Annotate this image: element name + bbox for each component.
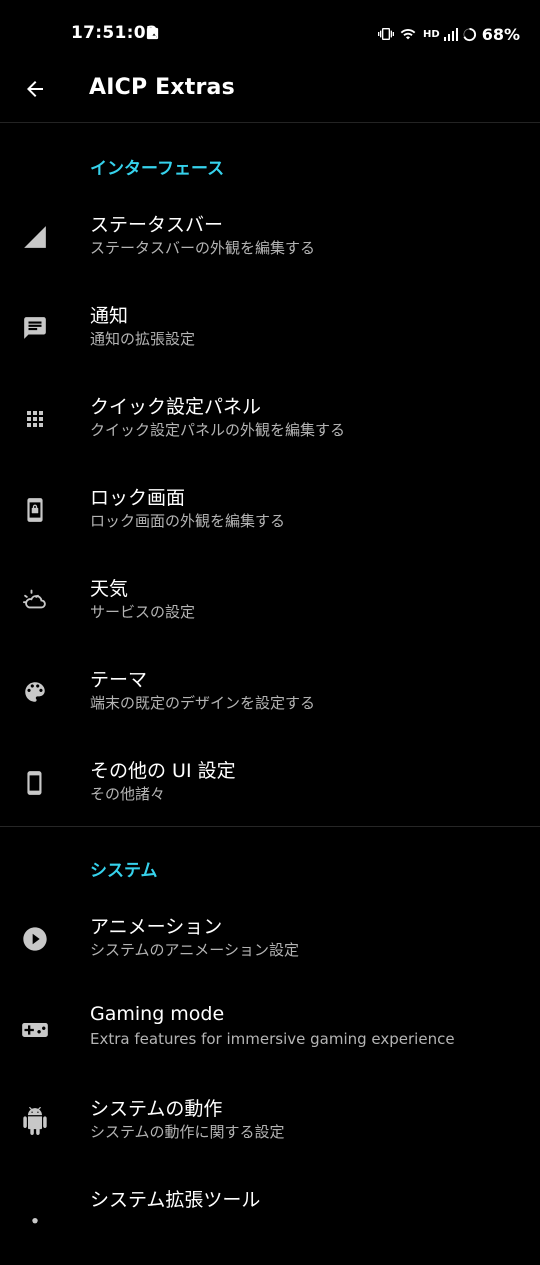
pref-summary: ステータスバーの外観を編集する (90, 239, 316, 257)
status-bar: 17:51:02 HD 68% (0, 0, 540, 68)
app-bar: AICP Extras (0, 60, 540, 123)
pref-title: 天気 (90, 578, 129, 600)
pref-item-weather[interactable]: 天気 サービスの設定 (0, 564, 540, 654)
vibrate-icon (377, 26, 395, 42)
message-icon (21, 314, 49, 342)
pref-summary: サービスの設定 (90, 603, 196, 621)
battery-percentage: 68% (481, 24, 520, 44)
section-divider (0, 826, 540, 827)
back-button[interactable] (18, 72, 52, 106)
section-header-interface: インターフェース (90, 159, 225, 179)
pref-item-theme[interactable]: テーマ 端末の既定のデザインを設定する (0, 655, 540, 745)
pref-title: システム拡張ツール (90, 1189, 261, 1211)
pref-summary: 端末の既定のデザインを設定する (90, 694, 316, 712)
pref-item-quick-settings[interactable]: クイック設定パネル クイック設定パネルの外観を編集する (0, 382, 540, 472)
pref-title: システムの動作 (90, 1098, 223, 1120)
pref-item-animations[interactable]: アニメーション システムのアニメーション設定 (0, 902, 540, 992)
page-title: AICP Extras (89, 75, 235, 100)
network-type: HD (423, 28, 440, 40)
pref-title: 通知 (90, 305, 129, 327)
pref-summary: 通知の拡張設定 (90, 330, 196, 348)
android-icon (21, 1107, 49, 1135)
battery-icon (462, 27, 477, 42)
section-header-system: システム (90, 861, 158, 881)
pref-summary: システムのアニメーション設定 (90, 941, 299, 959)
image-notification-icon (145, 26, 160, 41)
phone-icon (21, 769, 49, 797)
pref-title: ステータスバー (90, 214, 224, 236)
pref-title: その他の UI 設定 (90, 760, 236, 782)
pref-item-status-bar[interactable]: ステータスバー ステータスバーの外観を編集する (0, 200, 540, 290)
pref-summary: システムの動作に関する設定 (90, 1123, 285, 1141)
arrow-back-icon (27, 81, 43, 97)
pref-summary: クイック設定パネルの外観を編集する (90, 421, 346, 439)
pref-title: ロック画面 (90, 487, 186, 509)
signal-icon (443, 26, 458, 42)
signal-triangle-icon (21, 223, 49, 251)
pref-title: クイック設定パネル (90, 396, 262, 418)
pref-item-system-tools[interactable]: システム拡張ツール (0, 1175, 540, 1265)
pref-item-system-behavior[interactable]: システムの動作 システムの動作に関する設定 (0, 1084, 540, 1174)
weather-icon (21, 587, 49, 615)
lock-phone-icon (21, 496, 49, 524)
pref-item-lock-screen[interactable]: ロック画面 ロック画面の外観を編集する (0, 473, 540, 563)
pref-summary: ロック画面の外観を編集する (90, 512, 286, 530)
pref-summary: その他諸々 (90, 785, 166, 803)
play-circle-icon (21, 925, 49, 953)
pref-item-gaming-mode[interactable]: Gaming mode Extra features for immersive… (0, 993, 540, 1083)
pref-title: アニメーション (90, 916, 223, 938)
pref-title: Gaming mode (90, 1003, 225, 1025)
pref-summary: Extra features for immersive gaming expe… (90, 1030, 455, 1048)
pref-title: テーマ (90, 669, 148, 691)
palette-icon (21, 678, 49, 706)
gamepad-icon (21, 1016, 49, 1044)
status-indicators: HD 68% (377, 22, 520, 46)
tools-icon (21, 1198, 49, 1226)
pref-item-notifications[interactable]: 通知 通知の拡張設定 (0, 291, 540, 381)
wifi-icon (399, 26, 417, 42)
pref-item-misc-ui[interactable]: その他の UI 設定 その他諸々 (0, 746, 540, 836)
apps-grid-icon (21, 405, 49, 433)
